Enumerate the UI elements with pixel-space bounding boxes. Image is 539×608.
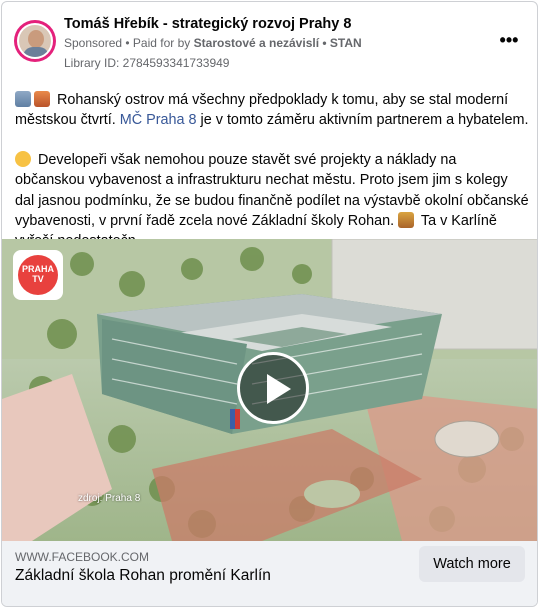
image-source-caption: zdroj: Praha 8 (78, 493, 141, 504)
play-icon (267, 374, 291, 404)
page-name[interactable]: Tomáš Hřebík - strategický rozvoj Prahy … (64, 16, 351, 32)
paid-for-by: Starostové a nezávislí • STAN (193, 36, 362, 50)
library-id: Library ID: 2784593341733949 (64, 56, 230, 70)
avatar[interactable] (14, 20, 56, 62)
sponsor-line: Sponsored • Paid for by Starostové a nez… (64, 36, 362, 50)
school-icon (398, 212, 415, 229)
badge-line-2: TV (32, 274, 44, 284)
sponsored-label: Sponsored (64, 36, 123, 50)
more-options-icon[interactable]: ••• (497, 30, 521, 54)
ad-card: Tomáš Hřebík - strategický rozvoj Prahy … (1, 1, 538, 607)
post-header: Tomáš Hřebík - strategický rozvoj Prahy … (2, 2, 537, 74)
body-p1-tail: je v tomto záměru aktivním partnerem a h… (200, 112, 529, 129)
avatar-body (23, 47, 49, 57)
body-paragraph-2: Developeři však nemohou pouze stavět své… (15, 150, 529, 252)
praha-tv-badge: PRAHA TV (18, 255, 58, 295)
watch-more-button[interactable]: Watch more (419, 546, 525, 582)
mention-link[interactable]: MČ Praha 8 (120, 112, 197, 128)
paid-for-prefix: • Paid for by (125, 36, 191, 50)
badge-line-1: PRAHA (21, 264, 54, 274)
office-building-icon (15, 91, 31, 107)
house-icon (34, 91, 50, 107)
video-thumbnail[interactable]: PRAHA TV zdroj: Praha 8 (2, 239, 537, 541)
link-preview-footer[interactable]: WWW.FACEBOOK.COM Základní škola Rohan pr… (2, 541, 537, 606)
link-title[interactable]: Základní škola Rohan promění Karlín (15, 567, 271, 585)
body-paragraph-1: Rohanský ostrov má všechny předpoklady k… (15, 90, 529, 131)
praha-tv-logo: PRAHA TV (13, 250, 63, 300)
handshake-icon (15, 150, 31, 167)
avatar-photo (17, 23, 53, 59)
link-domain: WWW.FACEBOOK.COM (15, 550, 149, 564)
play-button[interactable] (237, 352, 309, 424)
avatar-face (28, 30, 44, 48)
